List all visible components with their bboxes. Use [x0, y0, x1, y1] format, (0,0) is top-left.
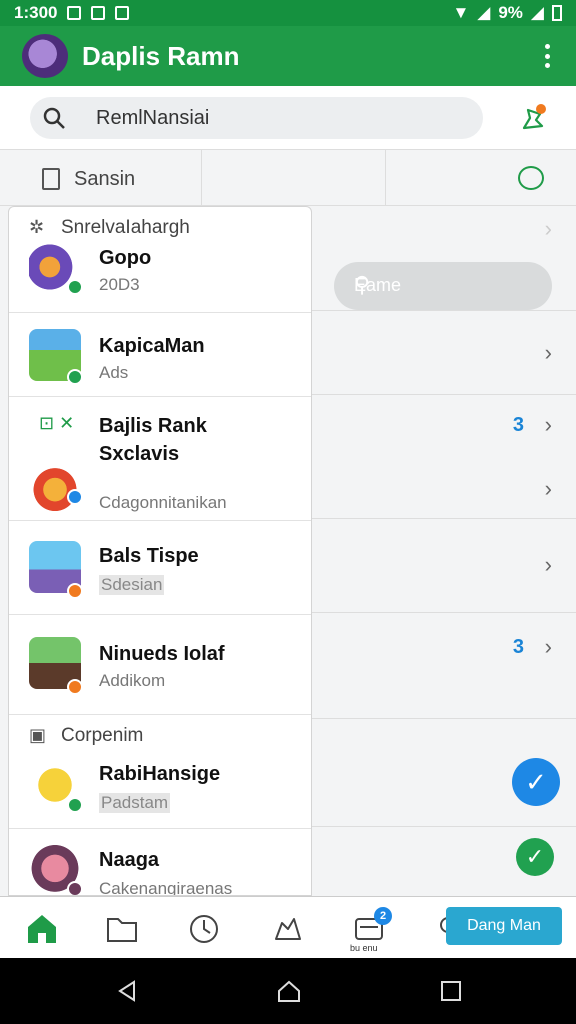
- count-badge: 3: [512, 414, 524, 436]
- divider: [312, 394, 576, 395]
- list-item[interactable]: ⊡ ✕ Bajlis Rank Sxclavis Cdagonnitanikan: [9, 397, 311, 521]
- tab-sansin[interactable]: Sansin: [0, 150, 202, 206]
- tab-label: Sansin: [74, 168, 136, 190]
- divider: [312, 310, 576, 311]
- folder-icon[interactable]: [104, 911, 140, 947]
- check-circle-button[interactable]: ✓: [516, 838, 554, 876]
- pin-icon[interactable]: [518, 104, 548, 134]
- status-dot: [67, 369, 83, 385]
- status-bar: 1:300 ▼ ◢ 9% ◢: [0, 0, 576, 26]
- home-icon[interactable]: [24, 911, 60, 947]
- game-thumbnail: [29, 461, 81, 513]
- item-title: Bals Tispe: [99, 545, 199, 567]
- list-item[interactable]: Naaga Cakenangiraenas: [9, 829, 311, 896]
- item-subtitle: Ads: [99, 363, 129, 382]
- system-nav-bar: [0, 958, 576, 1024]
- mail-icon: [91, 6, 106, 20]
- check-fab-button[interactable]: ✓: [512, 758, 560, 806]
- item-title: Gopo: [99, 247, 152, 269]
- chevron-right-icon[interactable]: ›: [545, 476, 552, 502]
- battery-icon: [552, 5, 562, 21]
- chat-icon[interactable]: [518, 166, 544, 190]
- item-title: Naaga: [99, 849, 160, 871]
- game-controller-icon[interactable]: [270, 911, 306, 947]
- app-title: Daplis Ramn: [82, 41, 240, 71]
- item-title: Bajlis Rank: [99, 415, 207, 437]
- status-dot: [67, 489, 83, 505]
- item-title: KapicaMan: [99, 335, 205, 357]
- chevron-right-icon[interactable]: ›: [545, 340, 552, 366]
- item-subtitle: 20D3: [99, 275, 140, 294]
- list-item[interactable]: Bals Tispe Sdesian: [9, 521, 311, 615]
- nav-caption: bu enu: [350, 943, 378, 953]
- cart-badge: 2: [374, 907, 392, 925]
- chevron-right-icon[interactable]: ›: [545, 216, 552, 242]
- tab-empty[interactable]: [202, 150, 386, 206]
- screenshot-icon: [115, 6, 130, 20]
- list-item[interactable]: KapicaMan Ads: [9, 313, 311, 397]
- search-icon: [42, 106, 66, 136]
- search-row: [0, 86, 576, 150]
- item-subtitle: Cakenangiraenas: [99, 879, 233, 896]
- status-dot: [67, 797, 83, 813]
- search-bar[interactable]: [30, 97, 483, 139]
- status-time: 1:300: [14, 3, 58, 22]
- item-title-line2: Sxclavis: [99, 443, 180, 465]
- status-dot: [67, 679, 83, 695]
- more-vertical-icon[interactable]: [536, 40, 558, 72]
- list-item[interactable]: Ninueds Iolaf Addikom: [9, 615, 311, 715]
- search-input[interactable]: [96, 105, 466, 131]
- app-avatar[interactable]: [22, 34, 68, 78]
- item-subtitle: Padstam: [99, 793, 171, 813]
- count-badge: 3: [512, 636, 524, 658]
- recents-icon[interactable]: [438, 978, 464, 1004]
- item-subtitle: Addikom: [99, 671, 166, 690]
- item-subtitle: Cdagonnitanikan: [99, 493, 227, 512]
- divider: [312, 518, 576, 519]
- clock-icon[interactable]: [186, 911, 222, 947]
- divider: [312, 718, 576, 719]
- item-title: RabiHansige: [99, 763, 221, 785]
- signal-icon-2: ◢: [530, 3, 544, 22]
- secondary-search[interactable]: Eame ⚲: [334, 262, 552, 310]
- search-icon: ⚲: [354, 272, 371, 297]
- divider: [312, 826, 576, 827]
- dropdown-panel: ✲ SnrelvaIahargh Gopo 20D3 KapicaMan Ads…: [8, 206, 312, 896]
- back-icon[interactable]: [114, 978, 140, 1004]
- main-content: Sansin › Eame ⚲ › 3 › › › 3 › ✲ SnrelvaI…: [0, 150, 576, 896]
- wifi-icon: ▼: [452, 3, 470, 22]
- divider: [312, 612, 576, 613]
- notification-icon: [67, 6, 82, 20]
- item-subtitle: Sdesian: [99, 575, 165, 595]
- home-button-icon[interactable]: [276, 978, 302, 1004]
- document-icon: [42, 168, 60, 190]
- battery-percent: 9%: [498, 3, 523, 22]
- shop-bag-icon: ⊡ ✕: [39, 413, 75, 433]
- status-dot: [67, 279, 83, 295]
- chevron-right-icon[interactable]: ›: [545, 412, 552, 438]
- tab-row: Sansin: [0, 150, 576, 206]
- action-button[interactable]: Dang Man: [446, 907, 562, 945]
- chevron-right-icon[interactable]: ›: [545, 634, 552, 660]
- status-dot: [67, 583, 83, 599]
- item-title: Ninueds Iolaf: [99, 643, 225, 665]
- bottom-nav: 2 bu enu Dang Man: [0, 896, 576, 958]
- list-item[interactable]: Gopo 20D3: [9, 229, 311, 313]
- chevron-right-icon[interactable]: ›: [545, 552, 552, 578]
- status-dot: [67, 881, 83, 895]
- signal-icon: ◢: [477, 3, 491, 22]
- app-bar: Daplis Ramn: [0, 26, 576, 86]
- list-item[interactable]: RabiHansige Padstam: [9, 743, 311, 829]
